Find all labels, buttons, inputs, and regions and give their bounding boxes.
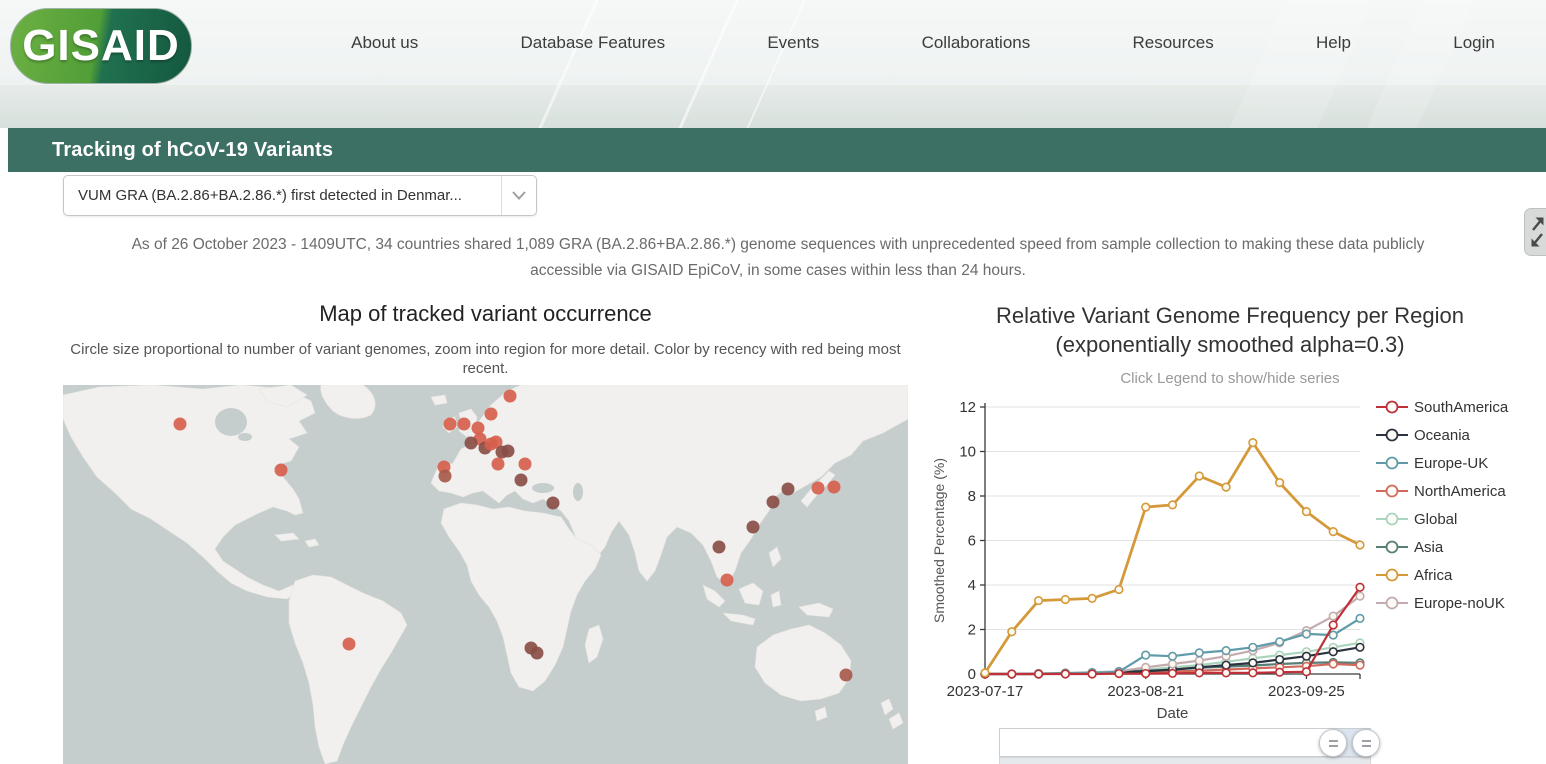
page-title: Tracking of hCoV-19 Variants	[52, 138, 334, 161]
chart-label: 12	[959, 399, 976, 416]
map-dot[interactable]	[491, 457, 505, 471]
chart-label: 8	[968, 488, 976, 505]
map-dot[interactable]	[342, 637, 356, 651]
chart-label: 2023-08-21	[1107, 683, 1184, 700]
chart-label: 0	[968, 666, 976, 683]
nav-item-collaborations[interactable]: Collaborations	[922, 33, 1031, 53]
legend-marker-icon	[1376, 400, 1408, 414]
legend-marker-icon	[1376, 484, 1408, 498]
legend-label: Europe-UK	[1414, 454, 1489, 472]
map-dot[interactable]	[839, 668, 853, 682]
nav-item-help[interactable]: Help	[1316, 33, 1351, 53]
legend-marker-icon	[1376, 428, 1408, 442]
great-lakes	[238, 433, 252, 441]
variant-select-value: VUM GRA (BA.2.86+BA.2.86.*) first detect…	[64, 176, 502, 215]
page: GISAID About us Database Features Events Co…	[0, 0, 1546, 764]
chart-label: 2023-07-17	[947, 683, 1024, 700]
nav-item-database-features[interactable]: Database Features	[520, 33, 665, 53]
nav-item-events[interactable]: Events	[767, 33, 819, 53]
map-dot[interactable]	[503, 389, 517, 403]
chart-label: Date	[1157, 705, 1189, 720]
slider-right-handle[interactable]	[1352, 729, 1380, 757]
legend-marker-icon	[1376, 596, 1408, 610]
slider-base-strip	[999, 757, 1371, 764]
legend-item-Oceania[interactable]: Oceania	[1376, 421, 1544, 449]
map-dot[interactable]	[518, 457, 532, 471]
legend-item-Global[interactable]: Global	[1376, 505, 1544, 533]
legend-item-SouthAmerica[interactable]: SouthAmerica	[1376, 393, 1544, 421]
chart-label: 2	[968, 622, 976, 639]
chart-title-line1: Relative Variant Genome Frequency per Re…	[996, 303, 1464, 328]
map-dot[interactable]	[720, 573, 734, 587]
frequency-chart: 0 2 4 6 8 10 12 2023-07-17 2023-08-21 2023-09-25 D…	[930, 388, 1395, 722]
map-dot[interactable]	[274, 463, 288, 477]
chart-subtitle: Click Legend to show/hide series	[1120, 370, 1340, 387]
map-dot[interactable]	[746, 520, 760, 534]
map-dot[interactable]	[811, 481, 825, 495]
legend-label: Oceania	[1414, 426, 1470, 444]
chart-legend: SouthAmerica Oceania Europe-UK NorthAmerica…	[1376, 393, 1544, 617]
map-dot[interactable]	[501, 444, 515, 458]
chart-label: 6	[968, 533, 976, 550]
chevron-down-icon	[502, 191, 536, 200]
map-dot[interactable]	[781, 482, 795, 496]
nav-item-login[interactable]: Login	[1453, 33, 1495, 53]
map-title: Map of tracked variant occurrence	[319, 301, 652, 326]
caspian-sea	[573, 483, 583, 501]
legend-label: SouthAmerica	[1414, 398, 1509, 416]
date-range-slider[interactable]	[999, 728, 1371, 757]
map-dot[interactable]	[766, 495, 780, 509]
map-dot[interactable]	[438, 469, 452, 483]
legend-label: Europe-noUK	[1414, 594, 1505, 612]
legend-marker-icon	[1376, 512, 1408, 526]
nav-item-about-us[interactable]: About us	[351, 33, 418, 53]
series-Africa	[980, 437, 1365, 678]
header: GISAID About us Database Features Events Co…	[0, 0, 1546, 128]
variant-select[interactable]: VUM GRA (BA.2.86+BA.2.86.*) first detect…	[63, 175, 537, 216]
legend-item-Asia[interactable]: Asia	[1376, 533, 1544, 561]
page-title-bar: Tracking of hCoV-19 Variants	[8, 128, 1546, 172]
legend-item-NorthAmerica[interactable]: NorthAmerica	[1376, 477, 1544, 505]
chart-title: Relative Variant Genome Frequency per Re…	[955, 301, 1505, 359]
map-subtitle: Circle size proportional to number of va…	[70, 341, 901, 377]
map-dot[interactable]	[546, 496, 560, 510]
slider-left-handle[interactable]	[1319, 729, 1347, 757]
legend-marker-icon	[1376, 568, 1408, 582]
chart-label: 4	[968, 577, 976, 594]
chart-label: Smoothed Percentage (%)	[931, 458, 947, 623]
chart-title-line2: (exponentially smoothed alpha=0.3)	[1055, 332, 1405, 357]
legend-marker-icon	[1376, 540, 1408, 554]
main-navigation: About us Database Features Events Collabora…	[300, 0, 1546, 85]
map-dot[interactable]	[173, 417, 187, 431]
gisaid-logo[interactable]: GISAID	[10, 8, 192, 84]
map-dot[interactable]	[484, 407, 498, 421]
chart-label: 10	[959, 444, 976, 461]
legend-item-Europe-UK[interactable]: Europe-UK	[1376, 449, 1544, 477]
map-dot[interactable]	[712, 540, 726, 554]
legend-item-Europe-noUK[interactable]: Europe-noUK	[1376, 589, 1544, 617]
map-dot[interactable]	[827, 480, 841, 494]
legend-marker-icon	[1376, 456, 1408, 470]
legend-label: Asia	[1414, 538, 1444, 556]
world-map[interactable]	[63, 385, 908, 764]
legend-label: NorthAmerica	[1414, 482, 1506, 500]
map-dot[interactable]	[471, 421, 485, 435]
legend-label: Global	[1414, 510, 1458, 528]
line-chart-svg: 0 2 4 6 8 10 12 2023-07-17 2023-08-21 2023-09-25 D…	[931, 399, 1365, 722]
map-dot[interactable]	[443, 417, 457, 431]
map-dot[interactable]	[464, 436, 478, 450]
nav-item-resources[interactable]: Resources	[1133, 33, 1214, 53]
hudson-bay	[215, 408, 247, 436]
expand-icon[interactable]	[1524, 208, 1546, 256]
map-dot[interactable]	[457, 417, 471, 431]
summary-text: As of 26 October 2023 - 1409UTC, 34 coun…	[131, 236, 1425, 279]
chart-label: 2023-09-25	[1268, 683, 1345, 700]
map-dot[interactable]	[514, 473, 528, 487]
legend-item-Africa[interactable]: Africa	[1376, 561, 1544, 589]
legend-label: Africa	[1414, 566, 1453, 584]
black-sea	[532, 483, 554, 493]
gisaid-logo-text: GISAID	[22, 21, 180, 70]
map-dot[interactable]	[530, 646, 544, 660]
